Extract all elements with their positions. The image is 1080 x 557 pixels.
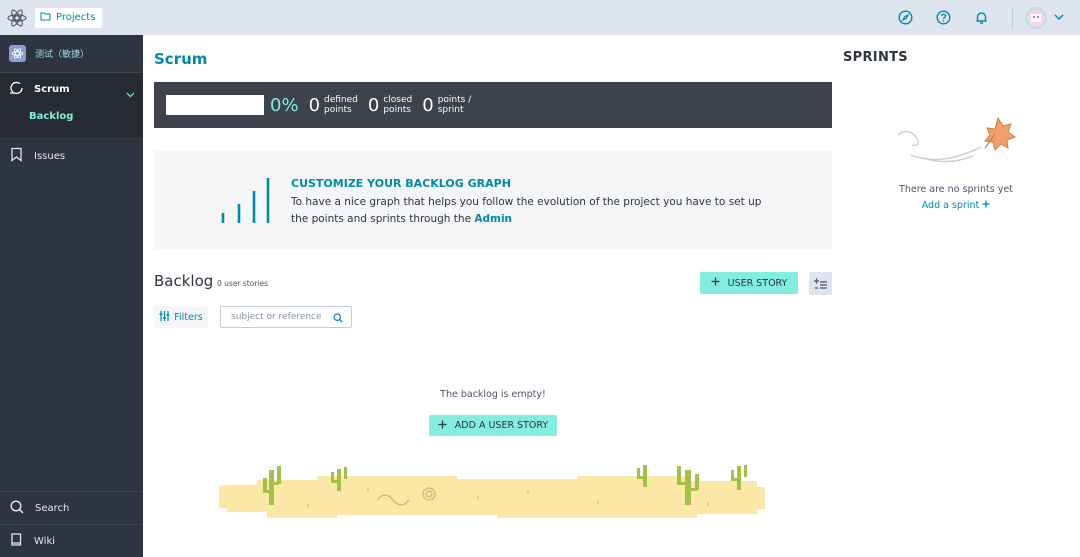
compass-icon[interactable] [897,10,913,26]
top-actions [875,0,1080,35]
sidebar: 测试（敏捷） Scrum Backlog Issues Search Wiki [0,35,143,557]
bar-chart-icon [220,177,270,229]
main-content: Scrum 0% 0 defined points 0 closed points … [143,35,843,557]
progress-bar [166,95,264,115]
top-navigation-bar: Projects [0,0,1080,35]
book-icon [10,532,23,550]
help-icon[interactable] [935,10,951,26]
sliders-icon [159,310,170,324]
progress-percent: 0% [270,94,299,116]
sidebar-bottom: Search Wiki [0,491,143,557]
defined-points-stat: 0 defined points [309,95,358,116]
add-sprint-link[interactable]: Add a sprint [843,200,1069,211]
stat-label: closed points [383,95,413,115]
divider [1012,6,1013,29]
plus-icon [711,277,720,289]
plus-icon [982,200,990,211]
filters-label: Filters [174,311,203,323]
filters-button[interactable]: Filters [154,306,208,328]
search-icon[interactable] [333,308,343,327]
sprints-panel: SPRINTS There are no sprints yet Add a s… [843,35,1080,557]
no-sprints-message: There are no sprints yet [899,184,1013,195]
chevron-down-icon[interactable] [1047,10,1071,26]
customize-graph-panel: CUSTOMIZE YOUR BACKLOG GRAPH To have a n… [154,151,832,249]
stat-label: defined points [324,95,358,115]
project-name: 测试（敏捷） [35,50,90,60]
sidebar-item-scrum[interactable]: Scrum [0,73,143,105]
admin-link[interactable]: Admin [474,213,512,225]
stat-value: 0 [367,94,380,116]
list-plus-icon [814,274,827,293]
projects-button[interactable]: Projects [35,7,103,28]
add-user-story-button[interactable]: USER STORY [700,272,798,294]
user-story-count: 0 user stories [217,279,269,288]
project-logo-icon [9,45,26,62]
search-field [220,306,352,328]
bulk-add-button[interactable] [809,272,832,295]
graph-description: To have a nice graph that helps you foll… [291,196,762,225]
sidebar-section-scrum: Scrum Backlog [0,73,143,137]
button-label: ADD A USER STORY [454,420,549,431]
backlog-title: Backlog [154,272,214,290]
sidebar-item-issues[interactable]: Issues [0,137,143,175]
sidebar-item-label: Search [35,502,70,514]
backlog-summary: 0% 0 defined points 0 closed points 0 poin… [154,82,832,128]
points-per-sprint-stat: 0 points / sprint [422,95,471,116]
sprints-title: SPRINTS [843,50,908,65]
sidebar-project[interactable]: 测试（敏捷） [0,35,143,73]
sidebar-item-label: Wiki [34,535,56,547]
page-title: Scrum [154,50,208,68]
button-label: USER STORY [727,277,788,289]
sidebar-item-label: Scrum [34,83,70,95]
logo-icon[interactable] [0,0,34,35]
stat-label: points / sprint [437,95,472,115]
add-a-user-story-button[interactable]: ADD A USER STORY [429,415,557,436]
bookmark-icon [10,147,23,165]
desert-illustration [217,460,771,526]
sidebar-item-backlog[interactable]: Backlog [0,105,143,127]
sidebar-item-wiki[interactable]: Wiki [0,524,143,557]
stat-value: 0 [422,94,434,116]
search-input[interactable] [231,312,331,322]
closed-points-stat: 0 closed points [368,95,412,116]
bell-icon[interactable] [973,10,989,26]
graph-title: CUSTOMIZE YOUR BACKLOG GRAPH [291,177,511,190]
search-icon [10,499,24,517]
avatar[interactable] [1025,6,1047,29]
projects-label: Projects [56,12,96,23]
stat-value: 0 [308,94,321,116]
scrum-icon [9,81,25,98]
sidebar-item-label: Issues [34,150,66,162]
folder-icon [40,11,51,24]
plus-icon [438,420,447,432]
empty-backlog-message: The backlog is empty! [440,389,546,400]
chevron-down-icon[interactable] [126,83,135,102]
sidebar-item-search[interactable]: Search [0,491,143,524]
leaf-illustration [893,110,1018,174]
